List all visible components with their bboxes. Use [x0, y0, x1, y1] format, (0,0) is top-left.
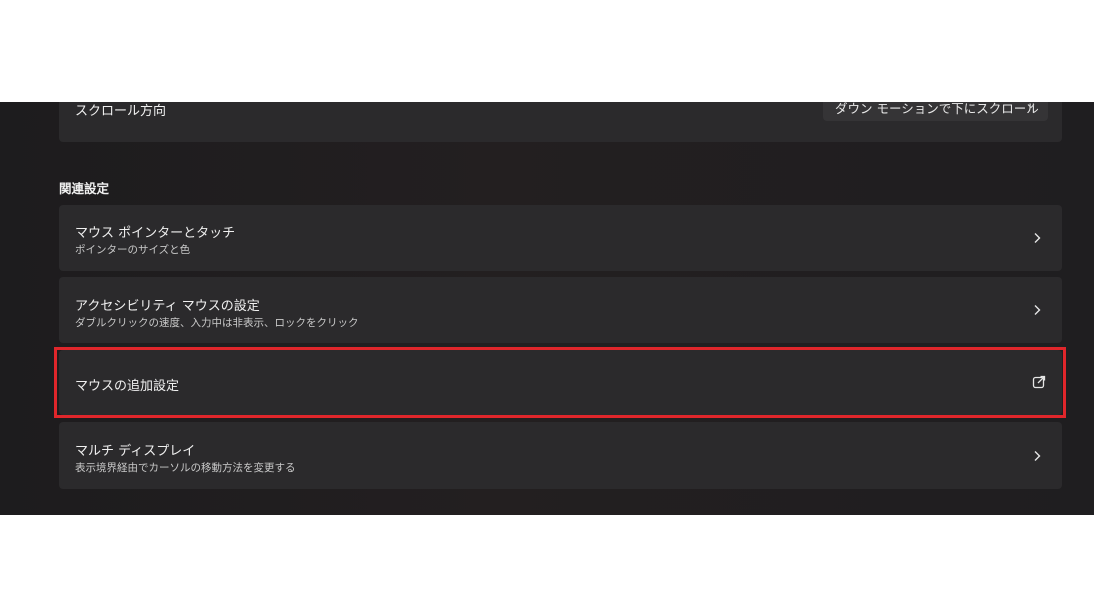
item-subtitle: ポインターのサイズと色: [75, 244, 191, 256]
scroll-direction-value: ダウン モーションで下にスクロール: [835, 102, 1039, 116]
item-title: マウスの追加設定: [75, 379, 180, 394]
scroll-direction-label: スクロール方向: [75, 104, 167, 119]
item-title: マウス ポインターとタッチ: [75, 226, 236, 241]
item-title: アクセシビリティ マウスの設定: [75, 299, 260, 314]
scroll-direction-dropdown[interactable]: ダウン モーションで下にスクロール: [823, 102, 1048, 121]
chevron-right-icon: [1034, 451, 1041, 461]
chevron-down-icon: [1027, 104, 1035, 109]
item-subtitle: 表示境界経由でカーソルの移動方法を変更する: [75, 462, 296, 474]
accessibility-mouse-item[interactable]: アクセシビリティ マウスの設定 ダブルクリックの速度、入力中は非表示、ロックをク…: [59, 277, 1062, 343]
multi-display-item[interactable]: マルチ ディスプレイ 表示境界経由でカーソルの移動方法を変更する: [59, 422, 1062, 489]
additional-mouse-settings-item[interactable]: マウスの追加設定: [59, 350, 1062, 415]
mouse-pointer-touch-item[interactable]: マウス ポインターとタッチ ポインターのサイズと色: [59, 205, 1062, 271]
item-title: マルチ ディスプレイ: [75, 444, 196, 459]
item-subtitle: ダブルクリックの速度、入力中は非表示、ロックをクリック: [75, 317, 359, 329]
scroll-direction-setting: スクロール方向 ダウン モーションで下にスクロール: [59, 102, 1062, 142]
related-settings-header: 関連設定: [59, 181, 110, 196]
settings-panel: スクロール方向 ダウン モーションで下にスクロール 関連設定 マウス ポインター…: [0, 102, 1094, 515]
external-link-icon: [1032, 375, 1046, 389]
chevron-right-icon: [1034, 233, 1041, 243]
chevron-right-icon: [1034, 305, 1041, 315]
